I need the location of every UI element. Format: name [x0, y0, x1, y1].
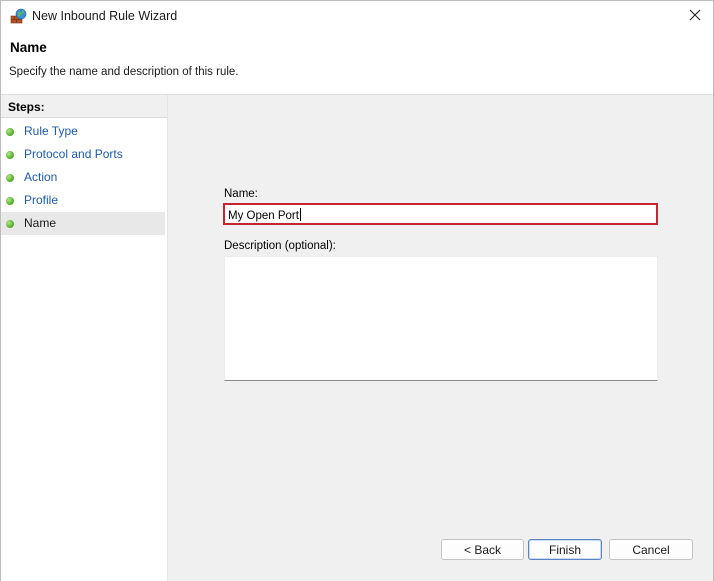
- close-button[interactable]: [677, 1, 713, 32]
- page-description: Specify the name and description of this…: [9, 66, 239, 78]
- step-protocol-and-ports[interactable]: Protocol and Ports: [1, 143, 165, 166]
- firewall-globe-icon: [10, 8, 27, 25]
- steps-heading: Steps:: [1, 95, 167, 118]
- steps-panel: Steps: Rule Type Protocol and Ports Acti…: [1, 95, 168, 581]
- step-label: Name: [24, 216, 57, 230]
- cancel-button[interactable]: Cancel: [609, 539, 693, 560]
- name-input[interactable]: My Open Port: [223, 203, 658, 225]
- wizard-window: New Inbound Rule Wizard Name Specify the…: [0, 0, 714, 581]
- text-caret: [299, 208, 301, 221]
- step-complete-icon: [6, 174, 14, 182]
- steps-heading-label: Steps:: [8, 100, 45, 114]
- step-name[interactable]: Name: [1, 212, 165, 235]
- step-label: Rule Type: [24, 124, 78, 138]
- step-label: Action: [24, 170, 58, 184]
- step-action[interactable]: Action: [1, 166, 165, 189]
- step-complete-icon: [6, 197, 14, 205]
- window-title: New Inbound Rule Wizard: [32, 9, 178, 23]
- close-icon: [689, 9, 701, 24]
- page-title: Name: [10, 40, 47, 55]
- description-field-label: Description (optional):: [224, 240, 336, 252]
- step-complete-icon: [6, 128, 14, 136]
- step-label: Protocol and Ports: [24, 147, 123, 161]
- description-textarea[interactable]: [224, 256, 658, 381]
- step-label: Profile: [24, 193, 59, 207]
- step-profile[interactable]: Profile: [1, 189, 165, 212]
- name-field-label: Name:: [224, 188, 258, 200]
- step-current-icon: [6, 220, 14, 228]
- back-button[interactable]: < Back: [441, 539, 524, 560]
- name-input-value: My Open Port: [228, 210, 299, 222]
- wizard-content: Name: My Open Port Description (optional…: [168, 95, 713, 581]
- wizard-header: Name Specify the name and description of…: [1, 32, 713, 95]
- step-complete-icon: [6, 151, 14, 159]
- title-bar: New Inbound Rule Wizard: [1, 1, 713, 32]
- step-rule-type[interactable]: Rule Type: [1, 120, 165, 143]
- finish-button[interactable]: Finish: [528, 539, 602, 560]
